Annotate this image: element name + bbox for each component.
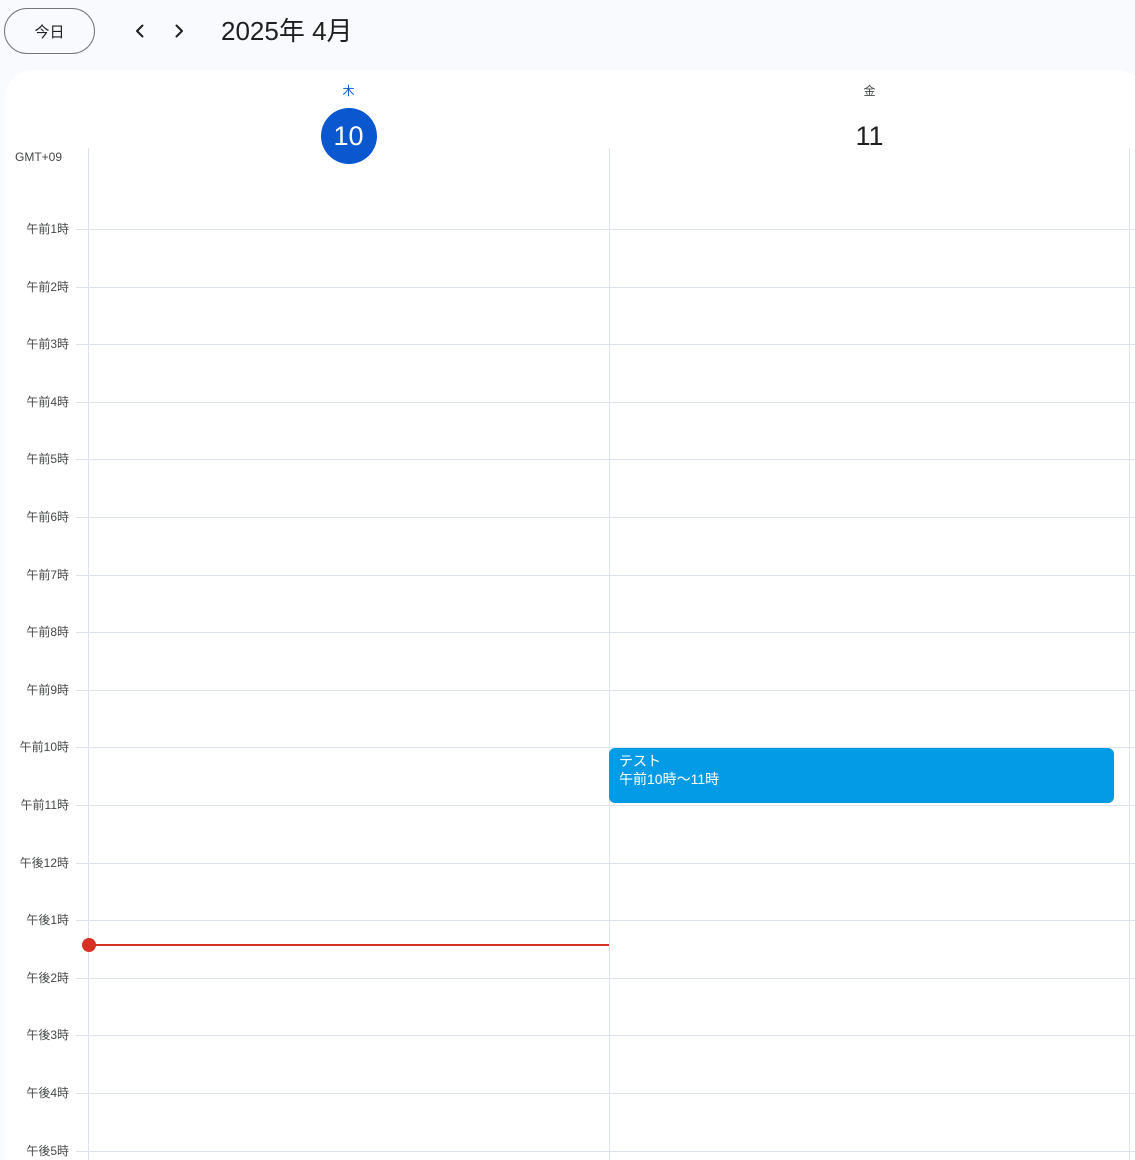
weekday-label: 金: [863, 84, 876, 98]
hour-label: 午前2時: [26, 280, 69, 294]
current-time-line: [89, 944, 609, 946]
hour-gridline: [76, 459, 1135, 460]
hour-label: 午前8時: [26, 625, 69, 639]
hour-gridline: [76, 1035, 1135, 1036]
event-card[interactable]: テスト 午前10時〜11時: [609, 748, 1114, 803]
calendar-grid: 木 10 金 11 GMT+09 午前1時午前2時午前3時午前4時午前5時午前6…: [5, 70, 1135, 1160]
hour-label: 午前11時: [20, 798, 69, 812]
hour-label: 午後3時: [26, 1028, 69, 1042]
hour-gridline: [76, 402, 1135, 403]
event-time: 午前10時〜11時: [619, 771, 720, 787]
hour-gridline: [76, 920, 1135, 921]
hour-label: 午前4時: [26, 395, 69, 409]
hour-label: 午前6時: [26, 510, 69, 524]
day-header-friday: 金 11: [609, 70, 1130, 172]
hour-gridline: [76, 1151, 1135, 1152]
top-bar: 今日 2025年 4月: [0, 0, 1135, 70]
current-time-dot: [82, 938, 96, 952]
weekday-label: 木: [342, 84, 355, 98]
column-divider: [1129, 148, 1130, 1160]
month-title: 2025年 4月: [221, 16, 353, 46]
hour-gridline: [76, 690, 1135, 691]
column-divider: [88, 148, 89, 1160]
hour-gridline: [76, 229, 1135, 230]
event-title: テスト: [619, 753, 661, 769]
hour-gridline: [76, 863, 1135, 864]
hour-gridline: [76, 1093, 1135, 1094]
chevron-left-icon: [136, 24, 144, 38]
hour-gridline: [76, 978, 1135, 979]
hour-gridline: [76, 287, 1135, 288]
date-button-today[interactable]: 10: [320, 108, 377, 164]
hour-label: 午前9時: [26, 683, 69, 697]
hour-label: 午後2時: [26, 971, 69, 985]
hour-label: 午後4時: [26, 1086, 69, 1100]
next-period-button[interactable]: [161, 13, 197, 49]
previous-period-button[interactable]: [122, 13, 158, 49]
hour-label: 午前3時: [26, 337, 69, 351]
hour-gridline: [76, 517, 1135, 518]
day-header-thursday: 木 10: [88, 70, 609, 172]
timezone-label: GMT+09: [15, 150, 63, 164]
column-divider: [609, 148, 610, 1160]
hour-label: 午前10時: [19, 740, 69, 754]
hour-label: 午後1時: [26, 913, 69, 927]
hour-gridline: [76, 575, 1135, 576]
hour-label: 午後5時: [26, 1144, 69, 1158]
hour-label: 午前1時: [26, 222, 69, 236]
hour-gridline: [76, 632, 1135, 633]
hour-gridline: [76, 805, 1135, 806]
hour-gridline: [76, 344, 1135, 345]
date-button[interactable]: 11: [842, 108, 898, 164]
chevron-right-icon: [175, 24, 183, 38]
today-button[interactable]: 今日: [4, 8, 95, 54]
hour-label: 午前5時: [26, 452, 69, 466]
hour-label: 午後12時: [19, 856, 69, 870]
hour-label: 午前7時: [26, 568, 69, 582]
